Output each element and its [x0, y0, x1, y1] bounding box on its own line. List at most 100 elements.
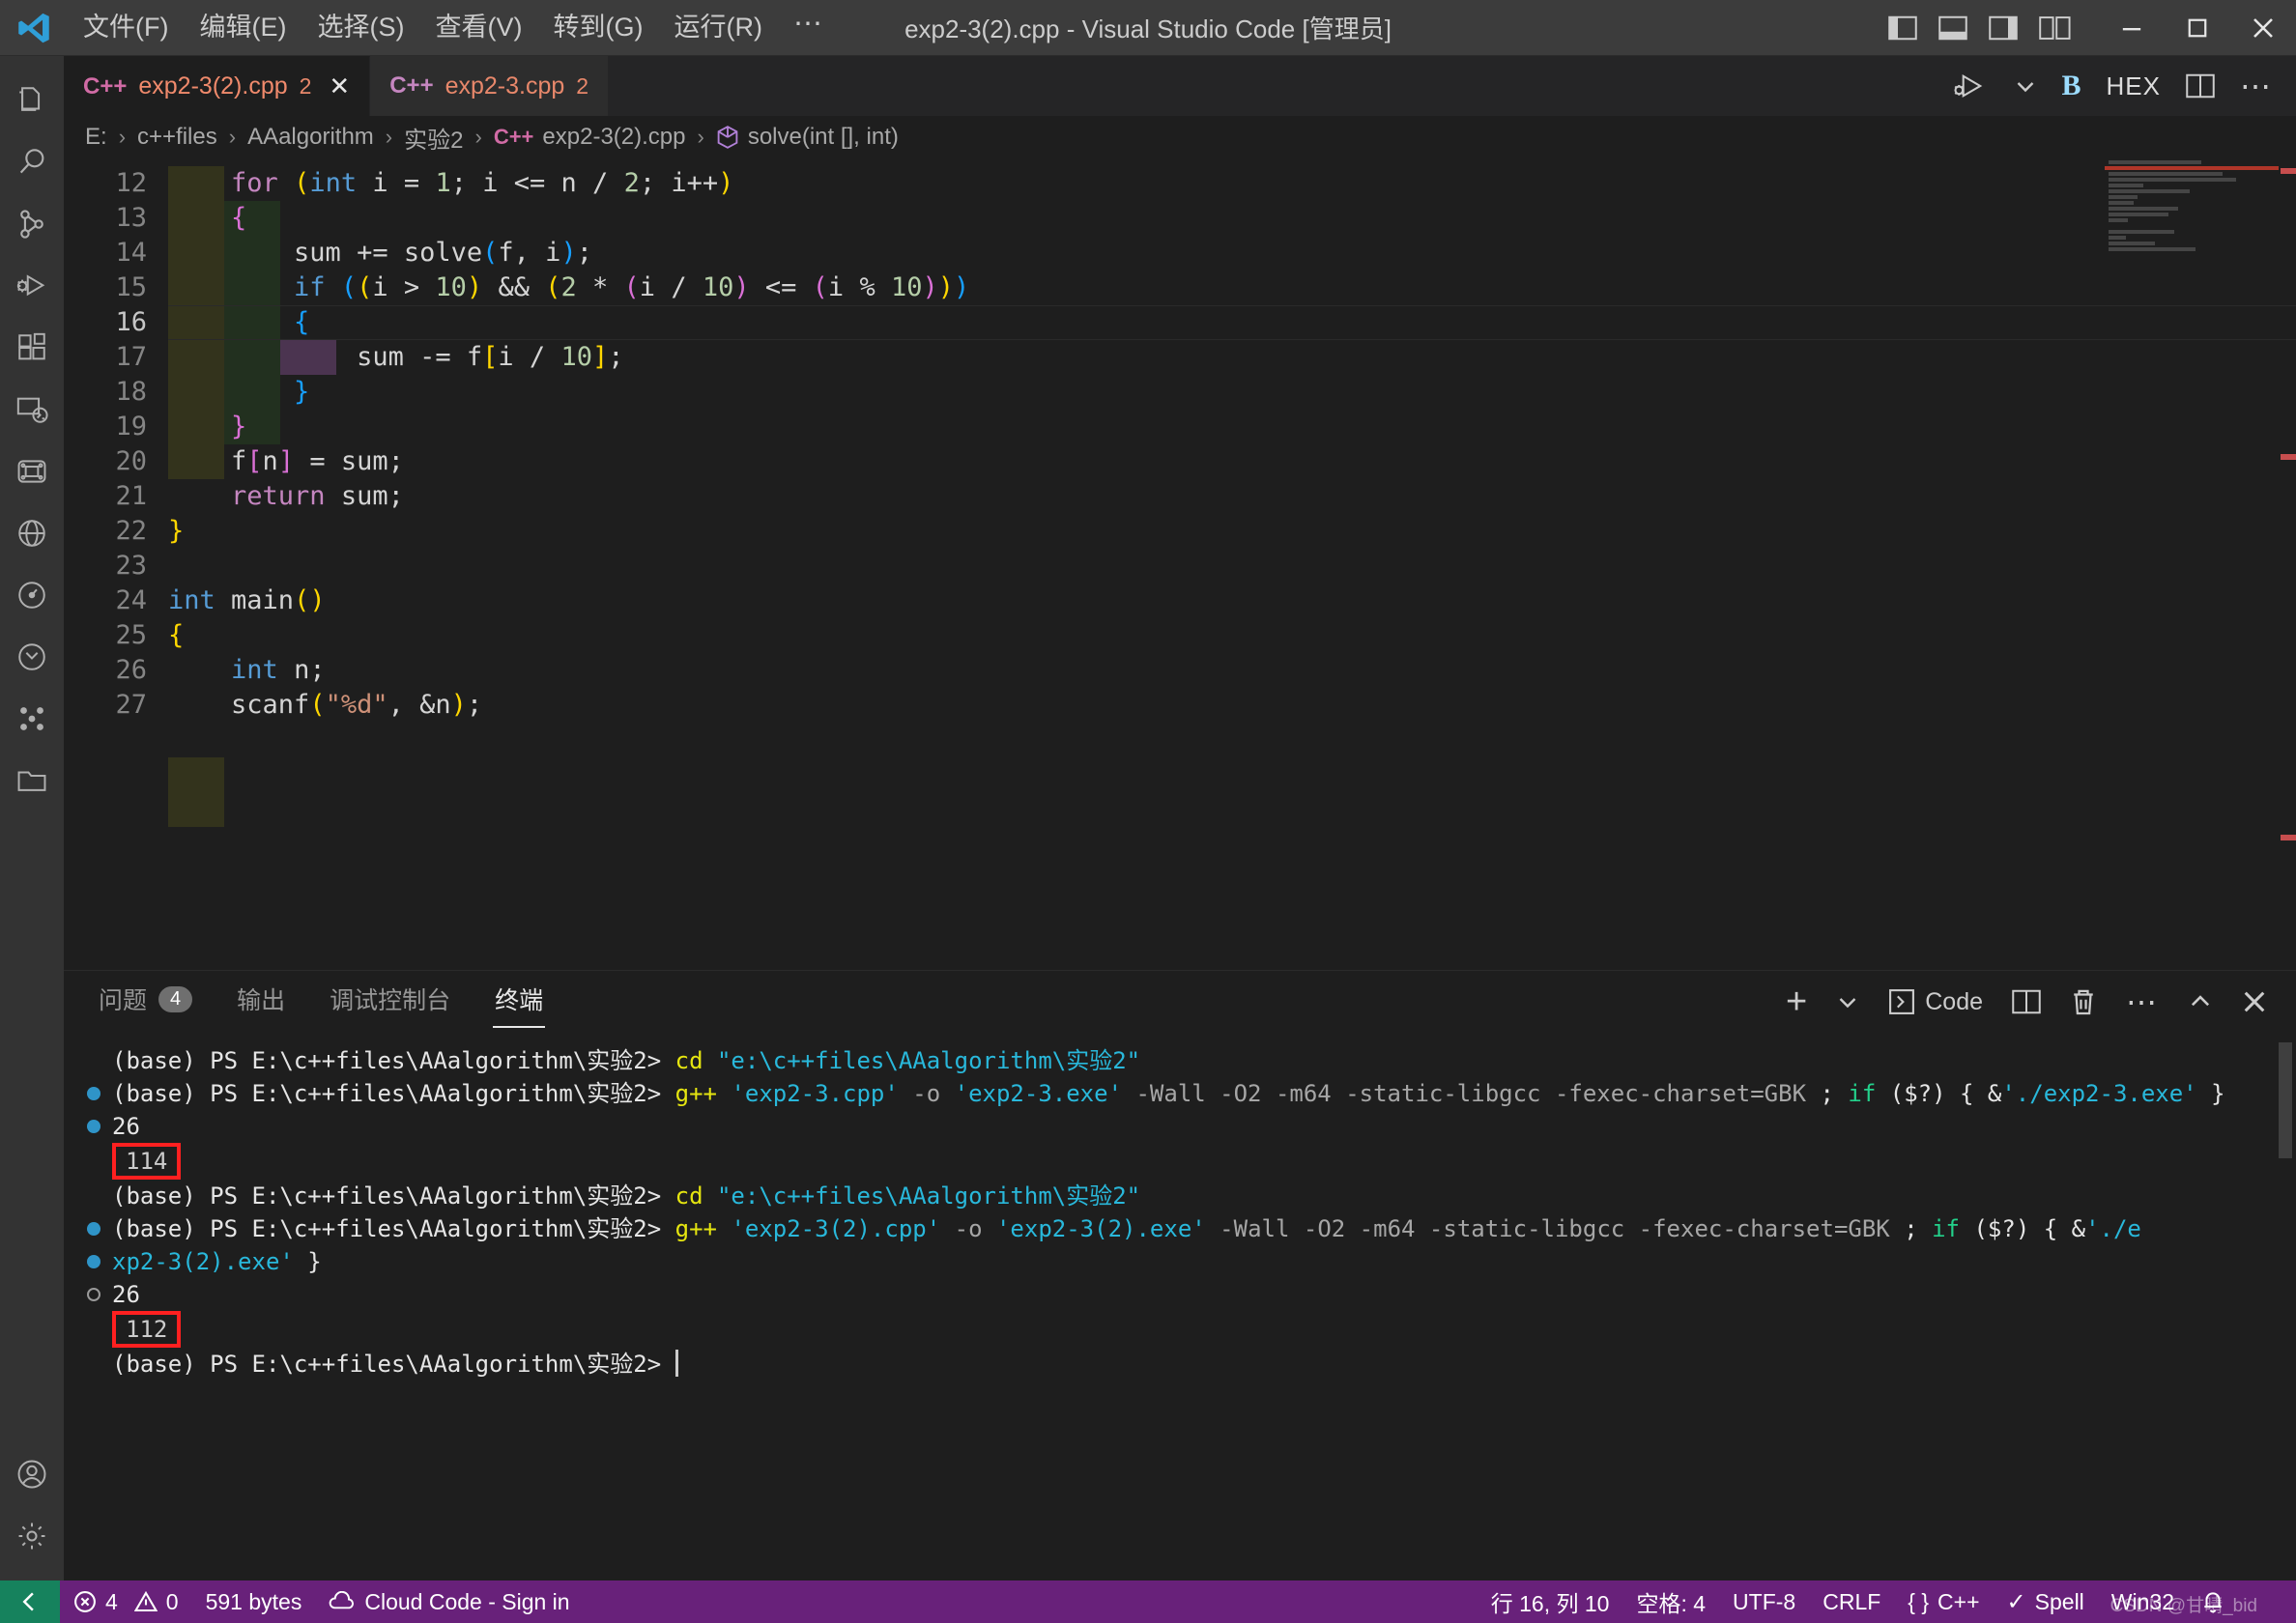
sidebar-item-extensions[interactable] [0, 317, 64, 379]
maximize-panel-icon[interactable] [2188, 992, 2213, 1011]
more-actions-icon[interactable]: ⋯ [2240, 71, 2273, 101]
customize-layout-icon[interactable] [2039, 15, 2072, 41]
code-line[interactable]: int n; [168, 653, 2296, 688]
toggle-secondary-sidebar-icon[interactable] [1989, 15, 2018, 41]
chevron-down-icon[interactable] [1836, 993, 1859, 1011]
run-and-debug-icon[interactable] [1952, 71, 1989, 100]
split-terminal-icon[interactable] [2012, 989, 2041, 1014]
menu-run[interactable]: 运行(R) [658, 6, 777, 48]
vscode-logo-icon [0, 0, 68, 56]
problems-status[interactable]: 4 0 [60, 1589, 192, 1615]
remote-window-indicator[interactable] [0, 1580, 60, 1623]
error-count: 4 [105, 1588, 118, 1614]
sidebar-item-explorer[interactable] [0, 70, 64, 131]
tab-exp2-3-2-cpp[interactable]: C++ exp2-3(2).cpp 2 ✕ [64, 56, 371, 116]
code-line[interactable]: } [168, 410, 2296, 444]
tab-debug-console[interactable]: 调试控制台 [328, 976, 452, 1028]
code-line[interactable]: int main() [168, 584, 2296, 618]
breadcrumb[interactable]: E: › c++files › AAalgorithm › 实验2 › C++ … [64, 116, 2296, 158]
sidebar-item-cloud-code[interactable] [0, 502, 64, 564]
code-line[interactable]: for (int i = 1; i <= n / 2; i++) [168, 166, 2296, 201]
layout-controls[interactable] [1888, 15, 2099, 41]
sidebar-item-beaker[interactable] [0, 626, 64, 688]
code-line[interactable]: } [168, 375, 2296, 410]
menu-view[interactable]: 查看(V) [419, 6, 537, 48]
chevron-down-icon[interactable] [2014, 76, 2037, 96]
close-panel-icon[interactable] [2242, 989, 2267, 1014]
code-editor[interactable]: 12 13 14 15 16 17 18 19 20 21 22 23 24 25 26 27 for (in… [64, 158, 2296, 970]
code-line[interactable]: { [168, 201, 2296, 236]
terminal-output[interactable]: (base) PS E:\c++files\AAalgorithm\实验2> c… [64, 1033, 2296, 1580]
toggle-primary-sidebar-icon[interactable] [1888, 15, 1917, 41]
terminal-text: 26 [112, 1113, 140, 1140]
sidebar-item-search[interactable] [0, 131, 64, 193]
settings-gear-icon[interactable] [0, 1505, 64, 1567]
encoding-status[interactable]: UTF-8 [1719, 1589, 1809, 1615]
terminal-more-icon[interactable]: ⋯ [2126, 986, 2159, 1017]
menu-bar[interactable]: 文件(F) 编辑(E) 选择(S) 查看(V) 转到(G) 运行(R) ⋯ [68, 6, 840, 48]
code-line[interactable]: { [168, 618, 2296, 653]
menu-more[interactable]: ⋯ [778, 7, 840, 47]
code-line[interactable]: if ((i > 10) && (2 * (i / 10) <= (i % 10… [168, 270, 2296, 305]
code-line[interactable] [168, 549, 2296, 584]
cloud-code-label: Cloud Code - Sign in [364, 1588, 570, 1614]
indentation-status[interactable]: 空格: 4 [1622, 1585, 1719, 1618]
sidebar-item-source-control[interactable] [0, 193, 64, 255]
code-line[interactable]: { [168, 305, 2296, 340]
file-size-status[interactable]: 591 bytes [192, 1589, 316, 1615]
code-line[interactable]: sum -= f[i / 10]; [168, 340, 2296, 375]
editor-scrollbar[interactable] [2281, 158, 2296, 970]
sidebar-item-gauge[interactable] [0, 564, 64, 626]
code-content[interactable]: for (int i = 1; i <= n / 2; i++) { sum +… [168, 158, 2296, 970]
breadcrumb-folder-shiyan2[interactable]: 实验2 [404, 121, 463, 155]
close-button[interactable] [2230, 0, 2296, 56]
no-marker [85, 1044, 112, 1077]
sidebar-item-folder[interactable] [0, 750, 64, 812]
tab-close-icon[interactable]: ✕ [329, 71, 350, 101]
terminal-scrollbar[interactable] [2279, 1033, 2294, 1580]
menu-goto[interactable]: 转到(G) [537, 6, 658, 48]
sidebar-item-testing[interactable] [0, 441, 64, 502]
spell-checker-status[interactable]: ✓ Spell [1994, 1588, 2098, 1616]
code-line[interactable]: f[n] = sum; [168, 444, 2296, 479]
sidebar-item-run-debug[interactable] [0, 255, 64, 317]
tab-output[interactable]: 输出 [235, 976, 287, 1028]
toggle-panel-icon[interactable] [1938, 15, 1967, 41]
language-mode-status[interactable]: { } C++ [1894, 1589, 1993, 1615]
breadcrumb-symbol[interactable]: solve(int [], int) [748, 124, 899, 151]
breadcrumb-folder-aaalgorithm[interactable]: AAalgorithm [247, 124, 374, 151]
cloud-code-status[interactable]: Cloud Code - Sign in [315, 1589, 583, 1615]
menu-file[interactable]: 文件(F) [68, 6, 184, 48]
breadcrumb-folder-cppfiles[interactable]: c++files [137, 124, 217, 151]
sidebar-item-remote-explorer[interactable] [0, 379, 64, 441]
tab-problems[interactable]: 问题 4 [97, 976, 194, 1028]
no-marker [85, 1348, 112, 1381]
new-terminal-icon[interactable]: + [1786, 983, 1807, 1019]
menu-selection[interactable]: 选择(S) [301, 6, 419, 48]
split-editor-icon[interactable] [2186, 73, 2215, 99]
terminal-text: (base) PS E:\c++files\AAalgorithm\实验2> g… [112, 1080, 2225, 1107]
code-line[interactable]: scanf("%d", &n); [168, 688, 2296, 723]
breadcrumb-drive[interactable]: E: [85, 124, 107, 151]
hex-editor-icon[interactable]: HEX [2107, 71, 2161, 101]
maximize-button[interactable] [2165, 0, 2230, 56]
terminal-line: (base) PS E:\c++files\AAalgorithm\实验2> g… [64, 1077, 2296, 1110]
cursor-position-status[interactable]: 行 16, 列 10 [1478, 1585, 1623, 1618]
code-line[interactable]: return sum; [168, 479, 2296, 514]
sidebar-item-blocks[interactable] [0, 688, 64, 750]
kill-terminal-icon[interactable] [2070, 987, 2097, 1016]
menu-edit[interactable]: 编辑(E) [184, 6, 301, 48]
minimap[interactable] [2105, 158, 2279, 323]
code-line[interactable]: sum += solve(f, i); [168, 236, 2296, 270]
tab-exp2-3-cpp[interactable]: C++ exp2-3.cpp 2 [370, 56, 610, 116]
code-line[interactable]: } [168, 514, 2296, 549]
breadcrumb-file[interactable]: exp2-3(2).cpp [542, 124, 685, 151]
account-icon[interactable] [0, 1443, 64, 1505]
minimize-button[interactable] [2099, 0, 2165, 56]
eol-status[interactable]: CRLF [1809, 1589, 1894, 1615]
tab-terminal[interactable]: 终端 [493, 976, 546, 1028]
bold-b-icon[interactable]: B [2062, 70, 2081, 102]
terminal-profile-code[interactable]: Code [1888, 988, 1983, 1016]
title-bar: 文件(F) 编辑(E) 选择(S) 查看(V) 转到(G) 运行(R) ⋯ ex… [0, 0, 2296, 56]
terminal-text: (base) PS E:\c++files\AAalgorithm\实验2> g… [112, 1215, 2141, 1242]
